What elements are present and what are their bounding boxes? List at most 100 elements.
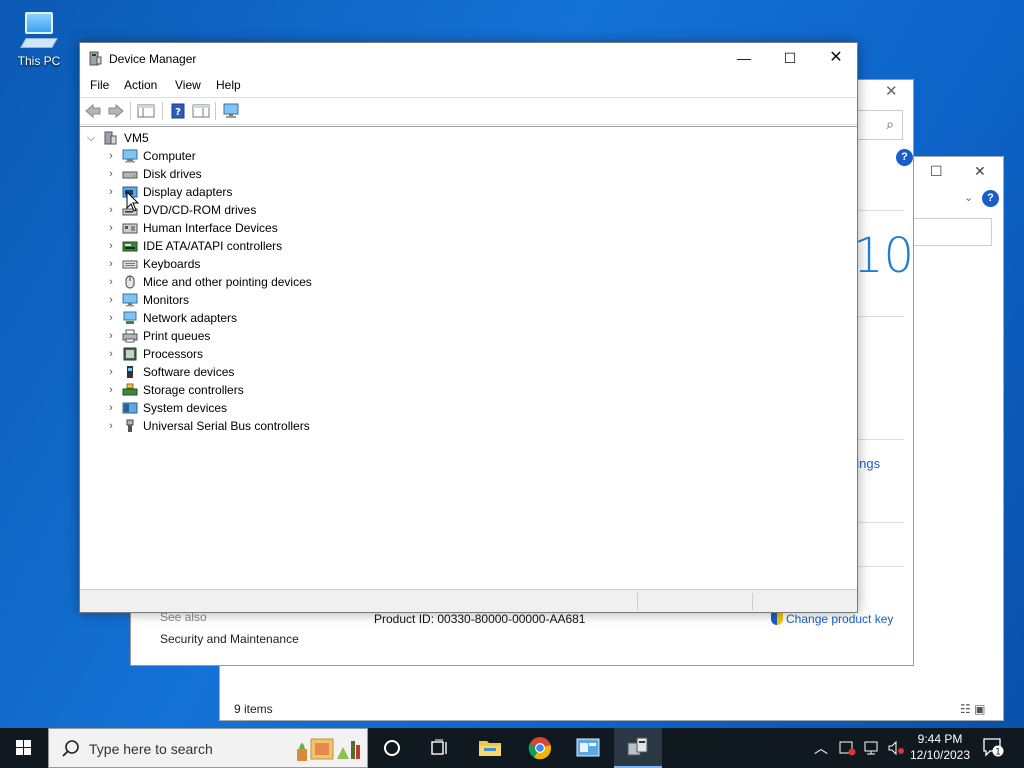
scan-hardware-icon[interactable] bbox=[222, 103, 240, 119]
chevron-right-icon[interactable]: › bbox=[106, 219, 116, 237]
chrome-button[interactable] bbox=[516, 728, 564, 768]
chevron-right-icon[interactable]: › bbox=[106, 291, 116, 309]
close-button[interactable]: ✕ bbox=[813, 43, 859, 73]
title-bar[interactable]: Device Manager — ☐ ✕ bbox=[80, 43, 857, 75]
show-hidden-icons-chevron-icon[interactable]: ︿ bbox=[814, 738, 828, 758]
search-icon[interactable]: ⌕ bbox=[853, 110, 903, 140]
item-count-status: 9 items bbox=[234, 702, 273, 716]
chevron-right-icon[interactable]: › bbox=[106, 309, 116, 327]
chevron-right-icon[interactable]: › bbox=[106, 201, 116, 219]
taskbar: Type here to search ︿ 9:44 PM 12/10/2023… bbox=[0, 728, 1024, 768]
task-view-icon bbox=[431, 739, 447, 755]
search-input[interactable] bbox=[910, 218, 992, 246]
tree-category-label: System devices bbox=[143, 401, 228, 415]
tree-category-row[interactable]: › Processors bbox=[80, 345, 380, 363]
tree-root-label: VM5 bbox=[124, 131, 149, 145]
tree-category-row[interactable]: › Universal Serial Bus controllers bbox=[80, 417, 380, 435]
chevron-right-icon[interactable]: › bbox=[106, 399, 116, 417]
tree-category-row[interactable]: › Display adapters bbox=[80, 183, 380, 201]
tree-category-row[interactable]: › Keyboards bbox=[80, 255, 380, 273]
tree-category-row[interactable]: › DVD/CD-ROM drives bbox=[80, 201, 380, 219]
tree-category-row[interactable]: › Network adapters bbox=[80, 309, 380, 327]
taskbar-search-box[interactable]: Type here to search bbox=[48, 728, 368, 768]
chevron-right-icon[interactable]: › bbox=[106, 147, 116, 165]
chrome-icon bbox=[528, 737, 552, 760]
back-arrow-icon[interactable] bbox=[84, 103, 102, 119]
mouse-icon bbox=[125, 275, 135, 289]
device-manager-icon bbox=[627, 737, 648, 756]
tree-root[interactable]: ⌵ VM5 bbox=[80, 129, 280, 147]
tree-category-row[interactable]: › Human Interface Devices bbox=[80, 219, 380, 237]
show-hide-console-tree-icon[interactable] bbox=[137, 103, 155, 119]
menu-view[interactable]: View bbox=[175, 78, 201, 92]
device-manager-taskbar-button[interactable] bbox=[614, 728, 662, 768]
this-pc-icon bbox=[19, 8, 59, 52]
chevron-right-icon[interactable]: › bbox=[106, 381, 116, 399]
window-title: Device Manager bbox=[109, 52, 197, 66]
forward-arrow-icon[interactable] bbox=[107, 103, 125, 119]
tree-category-row[interactable]: › System devices bbox=[80, 399, 380, 417]
chevron-right-icon[interactable]: › bbox=[106, 183, 116, 201]
chevron-right-icon[interactable]: › bbox=[106, 327, 116, 345]
chevron-down-icon[interactable]: ⌄ bbox=[964, 191, 973, 204]
close-button[interactable]: ✕ bbox=[885, 82, 898, 100]
view-toggle-icons[interactable]: ☷ ▣ bbox=[960, 702, 985, 716]
task-view-button[interactable] bbox=[416, 728, 464, 768]
chevron-right-icon[interactable]: › bbox=[106, 363, 116, 381]
volume-muted-icon[interactable] bbox=[887, 740, 905, 756]
tree-category-label: Display adapters bbox=[143, 185, 233, 199]
chevron-right-icon[interactable]: › bbox=[106, 417, 116, 435]
maximize-button[interactable]: ☐ bbox=[767, 43, 813, 73]
device-manager-window[interactable]: Device Manager — ☐ ✕ File Action View He… bbox=[79, 42, 858, 613]
mouse-cursor-icon bbox=[126, 191, 140, 212]
this-pc-label: This PC bbox=[17, 54, 61, 68]
menu-help[interactable]: Help bbox=[216, 78, 241, 92]
menu-file[interactable]: File bbox=[90, 78, 109, 92]
keyboard-icon bbox=[122, 260, 138, 269]
clock[interactable]: 9:44 PM 12/10/2023 bbox=[906, 731, 974, 763]
tree-category-row[interactable]: › Disk drives bbox=[80, 165, 380, 183]
security-maintenance-link[interactable]: Security and Maintenance bbox=[160, 632, 299, 646]
tree-category-row[interactable]: › Mice and other pointing devices bbox=[80, 273, 380, 291]
tree-category-row[interactable]: › IDE ATA/ATAPI controllers bbox=[80, 237, 380, 255]
cortana-circle-icon bbox=[384, 740, 400, 756]
tree-category-row[interactable]: › Software devices bbox=[80, 363, 380, 381]
ide-controller-icon bbox=[122, 241, 138, 252]
notification-center-button[interactable]: 1 bbox=[982, 736, 1004, 761]
system-tray: ︿ bbox=[814, 728, 905, 768]
device-tree[interactable]: ⌵ VM5 › Computer › Disk drives › Display adap… bbox=[80, 126, 857, 589]
windows-version-text: 10 bbox=[853, 228, 915, 284]
help-book-icon[interactable]: ? bbox=[169, 103, 187, 119]
tree-category-label: Processors bbox=[143, 347, 204, 361]
minimize-button[interactable]: — bbox=[721, 43, 767, 73]
network-icon[interactable] bbox=[863, 740, 881, 756]
search-icon bbox=[62, 740, 79, 757]
this-pc-desktop-icon[interactable]: This PC bbox=[12, 8, 66, 68]
close-button[interactable]: ✕ bbox=[974, 163, 986, 180]
maximize-button[interactable]: ☐ bbox=[930, 163, 943, 180]
menu-bar: File Action View Help bbox=[80, 75, 857, 97]
tree-category-label: Network adapters bbox=[143, 311, 238, 325]
chevron-right-icon[interactable]: › bbox=[106, 345, 116, 363]
chevron-right-icon[interactable]: › bbox=[106, 165, 116, 183]
start-button[interactable] bbox=[0, 728, 48, 768]
help-icon[interactable]: ? bbox=[982, 190, 999, 207]
notification-icon: 1 bbox=[983, 738, 1004, 758]
tree-category-row[interactable]: › Monitors bbox=[80, 291, 380, 309]
tree-category-label: Human Interface Devices bbox=[143, 221, 278, 235]
tree-category-row[interactable]: › Print queues bbox=[80, 327, 380, 345]
chevron-right-icon[interactable]: › bbox=[106, 273, 116, 291]
chevron-right-icon[interactable]: › bbox=[106, 255, 116, 273]
help-icon[interactable]: ? bbox=[896, 149, 913, 166]
file-explorer-button[interactable] bbox=[466, 728, 514, 768]
tree-category-row[interactable]: › Storage controllers bbox=[80, 381, 380, 399]
change-product-key-link[interactable]: Change product key bbox=[771, 612, 893, 626]
cortana-button[interactable] bbox=[368, 728, 416, 768]
control-panel-button[interactable] bbox=[564, 728, 612, 768]
chevron-down-icon[interactable]: ⌵ bbox=[86, 129, 96, 147]
properties-pane-icon[interactable] bbox=[192, 103, 210, 119]
tree-category-row[interactable]: › Computer bbox=[80, 147, 380, 165]
menu-action[interactable]: Action bbox=[124, 78, 157, 92]
chevron-right-icon[interactable]: › bbox=[106, 237, 116, 255]
action-center-warning-icon[interactable] bbox=[838, 740, 856, 756]
